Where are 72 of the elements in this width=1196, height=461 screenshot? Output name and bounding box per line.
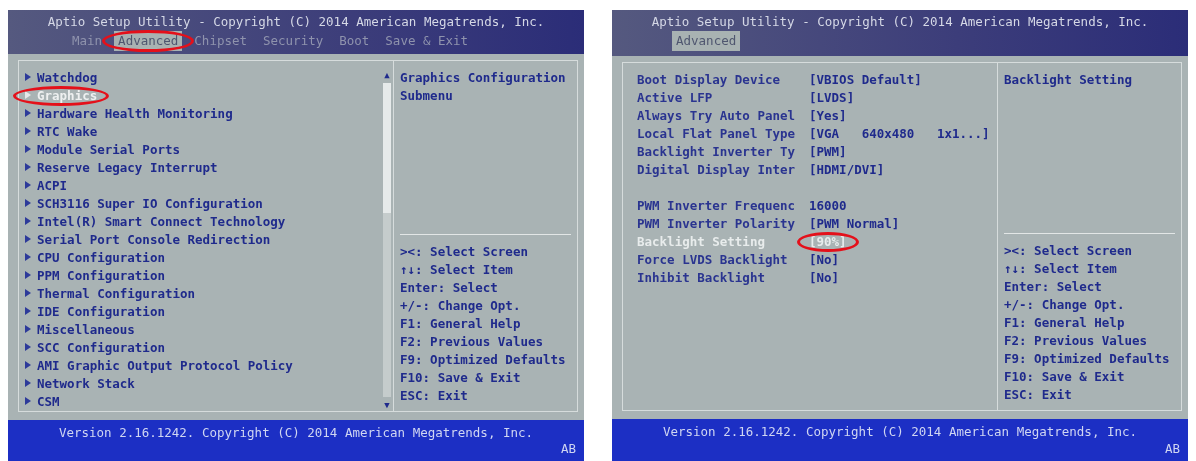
menu-item[interactable]: AMI Graphic Output Protocol Policy — [25, 357, 293, 376]
menu-item[interactable]: Module Serial Ports — [25, 141, 180, 160]
key-hint: F10: Save & Exit — [1004, 368, 1126, 386]
tab[interactable]: Advanced — [672, 31, 741, 51]
menu-item[interactable]: ACPI — [25, 177, 68, 196]
key-hint: F2: Previous Values — [400, 333, 544, 352]
tab[interactable]: Chipset — [190, 31, 251, 51]
key-hint: F9: Optimized Defaults — [400, 351, 567, 370]
key-hint: F9: Optimized Defaults — [1004, 350, 1171, 368]
menu-item[interactable]: Thermal Configuration — [25, 285, 196, 304]
setting-label[interactable]: Inhibit Backlight — [637, 269, 809, 287]
setting-label[interactable]: Digital Display Inter — [637, 161, 809, 179]
menu-item[interactable]: CSM — [25, 393, 60, 412]
key-hint: F1: General Help — [400, 315, 522, 334]
setting-value[interactable]: [No] — [809, 251, 840, 269]
setting-label[interactable]: Force LVDS Backlight — [637, 251, 809, 269]
key-hint: F1: General Help — [1004, 314, 1126, 332]
window-title: Aptio Setup Utility - Copyright (C) 2014 American Megatrends, Inc. — [650, 13, 1150, 31]
help-description: Backlight Setting — [1004, 71, 1133, 89]
window-title: Aptio Setup Utility - Copyright (C) 2014 American Megatrends, Inc. — [46, 13, 546, 31]
setting-label[interactable]: PWM Inverter Polarity — [637, 215, 809, 233]
corner-label: AB — [560, 440, 576, 459]
menu-item[interactable]: Watchdog — [25, 69, 98, 88]
menu-item[interactable]: Miscellaneous — [25, 321, 135, 340]
setting-value[interactable]: [HDMI/DVI] — [809, 161, 885, 179]
corner-label: AB — [1164, 440, 1180, 459]
key-hint: Enter: Select — [400, 279, 499, 298]
menu-item[interactable]: IDE Configuration — [25, 303, 165, 322]
tab[interactable]: Save & Exit — [381, 31, 473, 51]
setting-value[interactable]: [VBIOS Default] — [809, 71, 922, 89]
setting-label[interactable]: Always Try Auto Panel — [637, 107, 809, 125]
key-hint: +/-: Change Opt. — [400, 297, 522, 316]
key-hint: Enter: Select — [1004, 278, 1103, 296]
menu-item[interactable]: Reserve Legacy Interrupt — [25, 159, 218, 178]
setting-label[interactable]: Active LFP — [637, 89, 809, 107]
setting-label[interactable]: Local Flat Panel Type — [637, 125, 809, 143]
key-hint: ↑↓: Select Item — [400, 261, 514, 280]
key-hint: ESC: Exit — [1004, 386, 1073, 404]
scrollbar-thumb[interactable] — [383, 83, 391, 214]
version-text: Version 2.16.1242. Copyright (C) 2014 American Megatrends, Inc. — [662, 424, 1138, 439]
version-text: Version 2.16.1242. Copyright (C) 2014 American Megatrends, Inc. — [58, 425, 534, 441]
setting-label[interactable]: Backlight Inverter Ty — [637, 143, 809, 161]
setting-value[interactable]: [PWM] — [809, 143, 847, 161]
key-hint: ↑↓: Select Item — [1004, 260, 1118, 278]
menu-item[interactable]: Hardware Health Monitoring — [25, 105, 233, 124]
setting-value[interactable]: 16000 — [809, 197, 847, 215]
key-hint: ><: Select Screen — [400, 243, 529, 262]
setting-label[interactable]: Boot Display Device — [637, 71, 809, 89]
menu-item[interactable]: Network Stack — [25, 375, 135, 394]
setting-value[interactable]: [No] — [809, 269, 840, 287]
scroll-up-arrow[interactable]: ▲ — [384, 69, 390, 82]
key-hint: ><: Select Screen — [1004, 242, 1133, 260]
setting-label[interactable]: PWM Inverter Frequenc — [637, 197, 809, 215]
key-hint: ESC: Exit — [400, 387, 469, 406]
menu-item[interactable]: RTC Wake — [25, 123, 98, 142]
menu-item[interactable]: SCH3116 Super IO Configuration — [25, 195, 263, 214]
menu-item[interactable]: Serial Port Console Redirection — [25, 231, 271, 250]
menu-item[interactable]: CPU Configuration — [25, 249, 165, 268]
tab[interactable]: Boot — [335, 31, 374, 51]
key-hint: F2: Previous Values — [1004, 332, 1148, 350]
tab[interactable]: Security — [259, 31, 328, 51]
setting-value[interactable]: [LVDS] — [809, 89, 855, 107]
setting-value[interactable]: [PWM Normal] — [809, 215, 900, 233]
menu-item[interactable]: PPM Configuration — [25, 267, 165, 286]
scroll-down-arrow[interactable]: ▼ — [384, 399, 390, 412]
help-description: Graphics Configuration Submenu — [400, 69, 567, 106]
menu-item[interactable]: Intel(R) Smart Connect Technology — [25, 213, 286, 232]
setting-value[interactable]: [Yes] — [809, 107, 847, 125]
key-hint: F10: Save & Exit — [400, 369, 522, 388]
key-hint: +/-: Change Opt. — [1004, 296, 1126, 314]
setting-value[interactable]: [VGA 640x480 1x1...] — [809, 125, 990, 143]
menu-item[interactable]: SCC Configuration — [25, 339, 165, 358]
